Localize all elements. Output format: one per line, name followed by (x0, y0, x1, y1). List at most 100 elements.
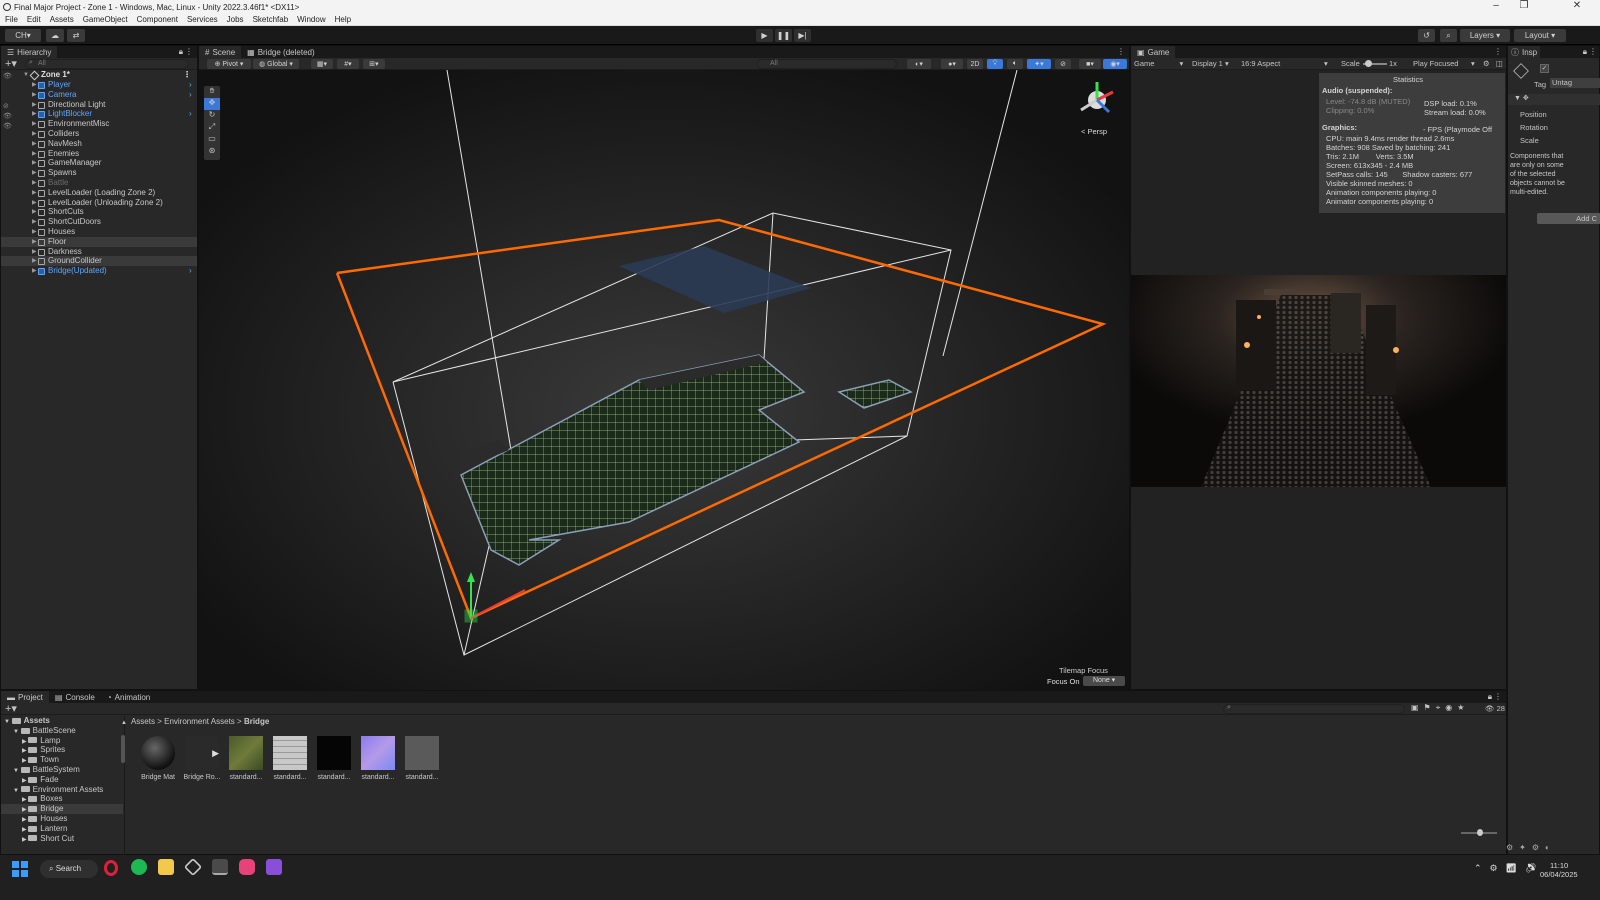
filter-icons[interactable]: ▣⚑⌖◉★ (1411, 703, 1469, 713)
expand-arrow-icon[interactable]: ▶ (32, 100, 37, 110)
add-icon[interactable]: +▾ (5, 57, 17, 70)
game-settings-icon[interactable]: ⚙︎ (1483, 58, 1490, 70)
project-add-icon[interactable]: +▾ (5, 702, 17, 715)
collab-icon[interactable]: ⇄ (67, 29, 85, 42)
expand-arrow-icon[interactable]: ▶ (32, 178, 37, 188)
hierarchy-item[interactable]: ▶ Darkness (1, 247, 197, 257)
pause-button[interactable]: ❚❚ (775, 29, 792, 42)
folder-arrow-icon[interactable]: ▼ (13, 768, 21, 774)
expand-arrow-icon[interactable]: ▶ (32, 188, 37, 198)
expand-arrow-icon[interactable]: ▶ (32, 256, 37, 266)
history-icon[interactable]: ↺ (1418, 29, 1435, 42)
tab-inspector[interactable]: ⓘ Insp (1508, 46, 1541, 58)
expand-arrow-icon[interactable]: ▶ (32, 158, 37, 168)
menu-services[interactable]: Services (187, 15, 218, 24)
expand-arrow-icon[interactable]: ▶ (32, 237, 37, 247)
hand-tool-icon[interactable]: ✋︎ (204, 86, 220, 98)
project-folder-item[interactable]: ▶ Town (1, 755, 123, 765)
project-tree-scrollbar[interactable] (121, 735, 125, 763)
inspector-lock-icon[interactable]: 🔒︎ (1583, 47, 1587, 57)
minimize-button[interactable]: – (1484, 0, 1508, 11)
scale-slider-handle[interactable] (1365, 60, 1372, 67)
mode-2d-toggle[interactable]: 2D (967, 59, 983, 69)
hidden-objects-toggle[interactable]: ⊘ (1055, 59, 1071, 69)
expand-arrow-icon[interactable]: ▶ (32, 198, 37, 208)
display-dropdown[interactable]: Display 1 ▾ (1192, 58, 1229, 70)
focus-on-dropdown[interactable]: None ▾ (1083, 676, 1125, 686)
visual-studio-icon[interactable] (266, 859, 282, 875)
expand-arrow-icon[interactable]: ▶ (32, 149, 37, 159)
camera-dropdown[interactable]: ■▾ (1079, 59, 1101, 69)
project-folder-item[interactable]: ▼ BattleScene (1, 726, 123, 736)
tab-bridge-deleted[interactable]: ▦ Bridge (deleted) (241, 46, 320, 58)
prefab-open-icon[interactable]: › (189, 266, 192, 276)
expand-arrow-icon[interactable]: ▶ (32, 247, 37, 257)
close-button[interactable]: ✕ (1565, 0, 1589, 11)
windows-start-icon[interactable] (12, 861, 28, 877)
hierarchy-item[interactable]: ▶ Floor (1, 236, 197, 247)
grid-visibility-dropdown[interactable]: #▾ (337, 59, 359, 69)
media-app-icon[interactable] (239, 859, 255, 875)
project-kebab-icon[interactable]: ⋮ (1494, 692, 1502, 701)
menu-assets[interactable]: Assets (50, 15, 74, 24)
hierarchy-item[interactable]: ▶ EnvironmentMisc (1, 119, 197, 129)
inspector-kebab-icon[interactable]: ⋮ (1589, 47, 1597, 56)
hierarchy-item[interactable]: ▶ Player › (1, 80, 197, 90)
transform-tool-icon[interactable]: ⊛ (204, 146, 220, 158)
increment-snap-dropdown[interactable]: ⊞▾ (363, 59, 385, 69)
shading-dropdown[interactable]: ●▾ (941, 59, 963, 69)
scene-search-input[interactable]: All (757, 59, 897, 69)
menu-edit[interactable]: Edit (27, 15, 41, 24)
scene-root-row[interactable]: ▼ Zone 1* ⋮ (1, 70, 197, 81)
hierarchy-item[interactable]: ▶ Enemies (1, 149, 197, 159)
hierarchy-item[interactable]: ▶ Houses (1, 227, 197, 237)
spotify-icon[interactable] (131, 859, 147, 875)
scale-tool-icon[interactable]: ⤢ (204, 122, 220, 134)
gizmos-dropdown[interactable]: ◉▾ (1103, 59, 1127, 69)
kebab-menu-icon[interactable]: ⋮ (185, 47, 193, 56)
opera-icon[interactable] (104, 860, 118, 876)
lighting-toggle[interactable]: 💡︎ (987, 59, 1003, 69)
expand-arrow-icon[interactable]: ▶ (32, 119, 37, 129)
project-folder-item[interactable]: ▼ BattleSystem (1, 765, 123, 775)
layers-dropdown[interactable]: Layers ▾ (1460, 29, 1510, 42)
expand-arrow-icon[interactable]: ▶ (32, 109, 37, 119)
hierarchy-item[interactable]: ▶ ShortCuts (1, 207, 197, 217)
project-folder-item[interactable]: ▶ Houses (1, 814, 123, 824)
asset-item[interactable]: standard... (314, 736, 354, 781)
breadcrumb-assets[interactable]: Assets (131, 717, 155, 726)
asset-item[interactable]: standard... (402, 736, 442, 781)
project-search-input[interactable] (1223, 704, 1405, 714)
hierarchy-item[interactable]: ▶ Directional Light (1, 100, 197, 110)
rect-tool-icon[interactable]: ▭ (204, 134, 220, 146)
expand-arrow-icon[interactable]: ▶ (32, 90, 37, 100)
scene-viewport[interactable]: < Persp (199, 70, 1129, 690)
file-explorer-icon[interactable] (158, 859, 174, 875)
breadcrumb-environment[interactable]: Environment Assets (164, 717, 235, 726)
tag-dropdown[interactable]: Untag (1550, 78, 1600, 88)
tab-game[interactable]: ▣ Game (1131, 46, 1176, 58)
add-component-button[interactable]: Add C (1537, 213, 1600, 224)
search-icon[interactable]: ⌕ (1440, 29, 1457, 42)
stats-toggle-icon[interactable]: ◫ (1496, 58, 1503, 70)
hierarchy-item[interactable]: ▶ Colliders (1, 129, 197, 139)
project-lock-icon[interactable]: 🔒︎ (1488, 692, 1492, 702)
expand-arrow-icon[interactable]: ▶ (32, 80, 37, 90)
menu-help[interactable]: Help (335, 15, 351, 24)
play-button[interactable]: ▶ (756, 29, 773, 42)
hierarchy-item[interactable]: ▶ Bridge(Updated) › (1, 266, 197, 276)
hierarchy-item[interactable]: ▶ Camera › (1, 90, 197, 100)
account-button[interactable]: CH ▾ (5, 29, 41, 42)
active-checkbox[interactable]: ✓ (1540, 64, 1549, 73)
scene-menu-icon[interactable]: ⋮ (183, 70, 191, 80)
expand-arrow-icon[interactable]: ▶ (32, 139, 37, 149)
unity-editor-icon[interactable] (212, 859, 228, 875)
expand-arrow-icon[interactable]: ▶ (32, 129, 37, 139)
hierarchy-item[interactable]: ▶ Battle (1, 178, 197, 188)
cloud-icon[interactable]: ☁ (46, 29, 64, 42)
expand-arrow-icon[interactable]: ▶ (32, 168, 37, 178)
asset-item[interactable]: standard... (358, 736, 398, 781)
tab-animation[interactable]: ◔ Animation (101, 691, 156, 703)
move-tool-icon[interactable]: ✥ (204, 98, 220, 110)
prefab-open-icon[interactable]: › (189, 90, 192, 100)
